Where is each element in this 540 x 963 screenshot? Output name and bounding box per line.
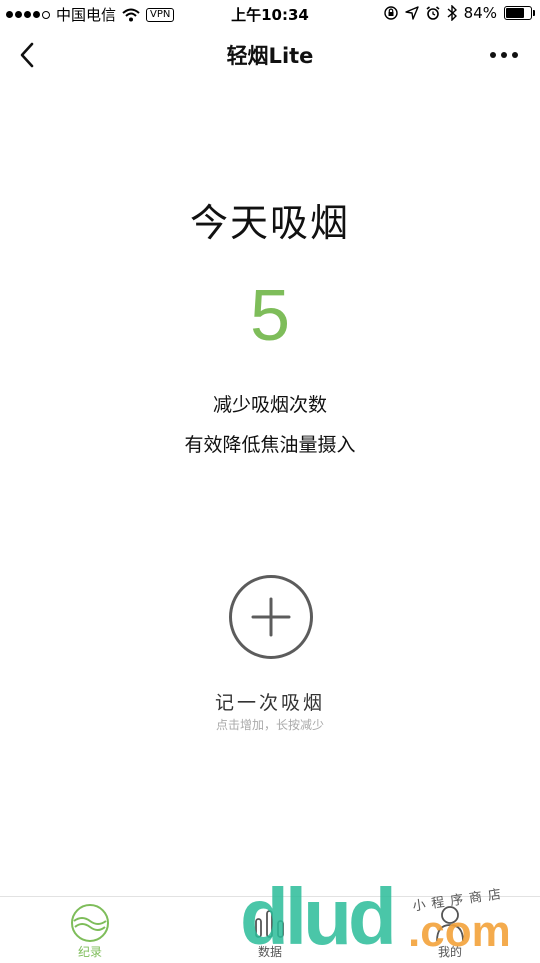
bluetooth-icon [447, 5, 457, 21]
rotation-lock-icon [383, 6, 398, 20]
more-dots-icon [490, 52, 496, 58]
person-icon [436, 906, 464, 942]
today-heading: 今天吸烟 [189, 201, 350, 245]
nav-bar: 轻烟Lite [0, 28, 540, 84]
tab-record[interactable]: 纪录 [40, 897, 140, 961]
alarm-icon [426, 6, 440, 20]
page-title: 轻烟Lite [226, 44, 314, 68]
more-button[interactable] [490, 52, 518, 58]
add-smoke-label[interactable]: 记一次吸烟 [0, 688, 540, 715]
tip-line-2: 有效降低焦油量摄入 [184, 434, 356, 456]
tab-bar: 纪录 数据 我的 [0, 896, 540, 961]
tab-me-label: 我的 [437, 945, 462, 959]
add-smoke-button[interactable] [229, 575, 313, 659]
plus-icon [251, 597, 291, 637]
wave-circle-icon [71, 904, 109, 942]
bar-chart-icon [255, 910, 284, 938]
battery-icon [504, 6, 535, 20]
status-bar: 中国电信 VPN 上午10:34 84% [0, 0, 540, 28]
battery-percent: 84% [463, 4, 497, 22]
tab-record-label: 纪录 [77, 945, 102, 959]
tab-data[interactable]: 数据 [220, 897, 320, 961]
tip-line-1: 减少吸烟次数 [212, 394, 327, 416]
location-icon [404, 6, 419, 20]
smoke-count: 5 [249, 276, 291, 356]
add-smoke-hint: 点击增加，长按减少 [215, 718, 324, 732]
status-right: 84% [383, 4, 535, 22]
tab-data-label: 数据 [257, 945, 282, 959]
tab-me[interactable]: 我的 [400, 897, 500, 961]
